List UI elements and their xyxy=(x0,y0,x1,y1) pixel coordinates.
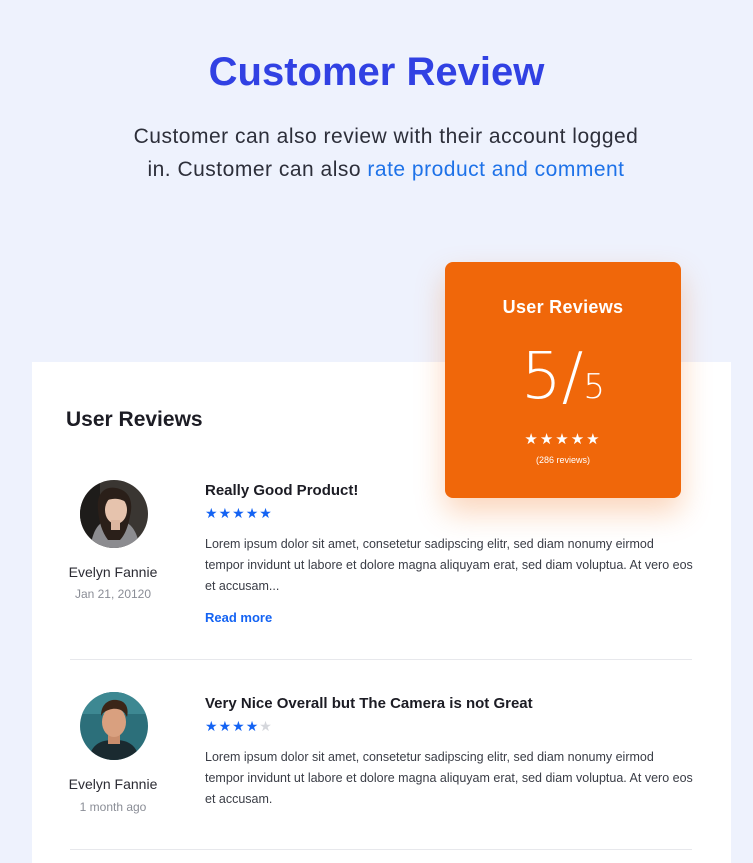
star-icon: ★ xyxy=(205,718,219,734)
star-icon: ★ xyxy=(539,431,556,448)
rating-score-slash: / xyxy=(561,340,584,414)
review-author: Evelyn Fannie xyxy=(68,564,158,580)
star-icon: ★ xyxy=(245,505,260,521)
rating-score-max: 5 xyxy=(583,367,605,407)
review-divider xyxy=(70,659,692,660)
page-description: Customer can also review with their acco… xyxy=(126,120,646,186)
star-icon: ★ xyxy=(205,505,219,521)
reviews-panel-title: User Reviews xyxy=(66,408,203,431)
star-icon: ★ xyxy=(586,431,602,448)
star-icon: ★ xyxy=(218,718,233,734)
star-icon: ★ xyxy=(570,431,587,448)
star-icon: ★ xyxy=(245,718,260,734)
rating-review-count: (286 reviews) xyxy=(535,455,591,465)
review-body: Lorem ipsum dolor sit amet, consetetur s… xyxy=(205,750,693,806)
review-date: 1 month ago xyxy=(79,800,147,814)
review-body: Lorem ipsum dolor sit amet, consetetur s… xyxy=(205,537,693,593)
rating-score: 5/5 xyxy=(445,340,681,414)
page-title: Customer Review xyxy=(208,50,545,94)
star-icon: ★ xyxy=(218,505,233,521)
rating-summary-title: User Reviews xyxy=(502,297,624,317)
review-date: Jan 21, 20120 xyxy=(74,587,152,601)
star-icon: ★ xyxy=(555,431,571,448)
review-rating-stars: ★★★★★ xyxy=(205,506,273,520)
review-author: Evelyn Fannie xyxy=(68,776,158,792)
review-rating-stars: ★★★★★ xyxy=(205,719,273,733)
star-icon: ★ xyxy=(259,505,273,521)
avatar xyxy=(80,692,148,760)
avatar-man-image xyxy=(80,692,148,760)
star-icon: ★ xyxy=(524,431,540,448)
avatar xyxy=(80,480,148,548)
star-empty-icon: ★ xyxy=(259,718,273,734)
avatar-woman-image xyxy=(80,480,148,548)
review-title: Very Nice Overall but The Camera is not … xyxy=(205,695,533,712)
star-icon: ★ xyxy=(232,718,246,734)
rating-summary-card: User Reviews 5/5 ★★★★★ (286 reviews) xyxy=(445,262,681,498)
read-more-link[interactable]: Read more xyxy=(205,610,272,625)
star-icon: ★ xyxy=(232,505,246,521)
description-highlight: rate product and comment xyxy=(367,158,625,181)
review-title: Really Good Product! xyxy=(205,482,359,499)
rating-score-value: 5 xyxy=(521,340,562,414)
rating-summary-stars: ★★★★★ xyxy=(445,432,681,447)
review-divider xyxy=(70,849,692,850)
